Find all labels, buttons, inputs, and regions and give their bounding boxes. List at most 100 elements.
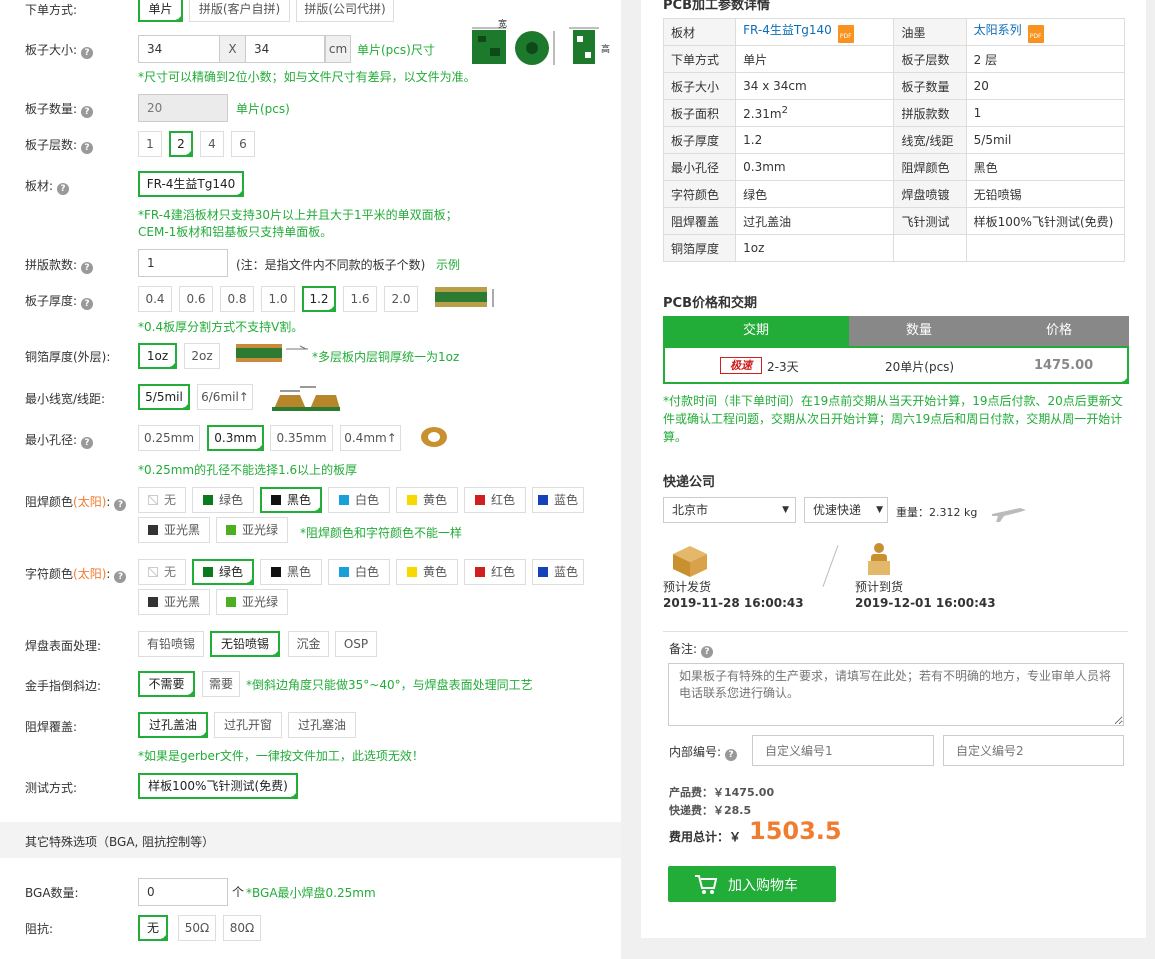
thickness-option-5[interactable]: 1.6 (343, 286, 377, 312)
mask-color-option-7[interactable]: 亚光黑 (138, 517, 210, 543)
help-icon: ? (725, 749, 738, 761)
material-option[interactable]: FR-4生益Tg140 (138, 171, 244, 197)
price-tab-lead[interactable]: 交期 (663, 316, 849, 346)
hole-option-2[interactable]: 0.35mm (270, 425, 333, 451)
thickness-option-6[interactable]: 2.0 (384, 286, 418, 312)
mask-color-option-8[interactable]: 亚光绿 (216, 517, 288, 543)
add-to-cart-button[interactable]: 加入购物车 (668, 866, 836, 902)
price-row-price: 1475.00 (1034, 358, 1094, 373)
detail-key (893, 234, 967, 262)
mask-color-option-6[interactable]: 蓝色 (532, 487, 584, 513)
silk-color-option-2[interactable]: 黑色 (260, 559, 322, 585)
mask-color-option-1[interactable]: 绿色 (192, 487, 254, 513)
city-select[interactable]: 北京市 ▼ (663, 497, 796, 523)
test-method-label: 测试方式: (25, 781, 78, 795)
thickness-option-1[interactable]: 0.6 (179, 286, 213, 312)
detail-row: 板材 FR-4生益Tg140 PDF 油墨 太阳系列 PDF (662, 18, 1126, 46)
test-method-option-0[interactable]: 样板100%飞针测试(免费) (138, 773, 298, 799)
surface-option-0[interactable]: 有铅喷锡 (138, 631, 204, 657)
hole-option-0[interactable]: 0.25mm (138, 425, 200, 451)
pdf-icon[interactable]: PDF (1027, 25, 1044, 43)
panel-count-input[interactable]: 1 (138, 249, 228, 277)
detail-link[interactable]: FR-4生益Tg140 (743, 23, 832, 37)
detail-row: 字符颜色 绿色 焊盘喷镀 无铅喷锡 (662, 180, 1126, 208)
silk-color-option-3[interactable]: 白色 (328, 559, 390, 585)
copper-option-1[interactable]: 2oz (184, 343, 220, 369)
mask-color-option-2[interactable]: 黑色 (260, 487, 322, 513)
board-width-input[interactable]: 34 (138, 35, 220, 63)
pdf-icon[interactable]: PDF (837, 25, 854, 43)
gold-finger-option-1[interactable]: 需要 (202, 671, 240, 697)
mask-cover-option-0[interactable]: 过孔盖油 (138, 712, 208, 738)
gold-finger-option-0[interactable]: 不需要 (138, 671, 195, 697)
order-type-option-2[interactable]: 拼版(公司代拼) (296, 0, 394, 22)
silk-color-option-0[interactable]: 无 (138, 559, 186, 585)
help-icon: ? (81, 47, 94, 59)
copper-option-0[interactable]: 1oz (138, 343, 177, 369)
detail-value: 样板100%飞针测试(免费) (965, 207, 1126, 235)
detail-key: 下单方式 (662, 45, 737, 73)
mask-cover-label: 阻焊覆盖: (25, 720, 78, 734)
internal-no-input-2[interactable] (943, 735, 1124, 766)
layer-option-3[interactable]: 6 (231, 131, 255, 157)
mask-color-option-0[interactable]: 无 (138, 487, 186, 513)
size-diagram-height-text: 高 (601, 43, 610, 55)
panel-example-link[interactable]: 示例 (436, 256, 460, 273)
hole-option-3[interactable]: 0.4mm↑ (340, 425, 401, 451)
mask-cover-option-2[interactable]: 过孔塞油 (288, 712, 356, 738)
surface-option-3[interactable]: OSP (335, 631, 377, 657)
price-row-qty: 20单片(pcs) (885, 360, 955, 374)
hole-option-1[interactable]: 0.3mm (207, 425, 264, 451)
mask-color-option-3[interactable]: 白色 (328, 487, 390, 513)
thickness-option-4[interactable]: 1.2 (302, 286, 336, 312)
surface-option-1[interactable]: 无铅喷锡 (210, 631, 280, 657)
detail-key: 板子厚度 (662, 126, 737, 154)
silk-color-option-8[interactable]: 亚光绿 (216, 589, 288, 615)
impedance-option-0[interactable]: 无 (138, 915, 168, 941)
silk-color-option-5[interactable]: 红色 (464, 559, 526, 585)
shipping-fee: 快递费：￥28.5 (669, 804, 752, 817)
impedance-option-2[interactable]: 80Ω (223, 915, 261, 941)
courier-select[interactable]: 优速快递 ▼ (804, 497, 888, 523)
detail-row: 下单方式 单片 板子层数 2 层 (662, 45, 1126, 73)
layer-option-0[interactable]: 1 (138, 131, 162, 157)
silk-color-option-4[interactable]: 黄色 (396, 559, 458, 585)
bga-count-input[interactable]: 0 (138, 878, 228, 906)
color-swatch-icon (225, 597, 236, 607)
special-options-title: 其它特殊选项（BGA, 阻抗控制等） (25, 835, 215, 849)
silk-color-option-7[interactable]: 亚光黑 (138, 589, 210, 615)
board-qty-label: 板子数量:? (25, 100, 94, 118)
silk-color-option-6[interactable]: 蓝色 (532, 559, 584, 585)
detail-value: 绿色 (735, 180, 895, 208)
surface-option-2[interactable]: 沉金 (288, 631, 329, 657)
detail-link[interactable]: 太阳系列 (974, 23, 1022, 37)
order-type-option-0[interactable]: 单片 (138, 0, 183, 22)
bga-unit: 个 (232, 885, 245, 899)
trace-option-0[interactable]: 5/5mil (138, 384, 190, 410)
mask-cover-option-1[interactable]: 过孔开窗 (214, 712, 282, 738)
package-icon (673, 546, 707, 577)
weight-text: 重量：2.312 kg (896, 506, 978, 519)
price-tab-price[interactable]: 价格 (989, 316, 1129, 346)
remark-textarea[interactable] (668, 663, 1124, 726)
trace-option-1[interactable]: 6/6mil↑ (197, 384, 253, 410)
silk-color-option-1[interactable]: 绿色 (192, 559, 254, 585)
mask-color-option-4[interactable]: 黄色 (396, 487, 458, 513)
color-swatch-icon (147, 567, 158, 577)
mask-color-option-label: 蓝色 (553, 493, 578, 507)
thickness-option-3[interactable]: 1.0 (261, 286, 295, 312)
internal-no-input-1[interactable] (752, 735, 934, 766)
detail-value: 20 (965, 72, 1126, 100)
thickness-option-0[interactable]: 0.4 (138, 286, 172, 312)
thickness-option-2[interactable]: 0.8 (220, 286, 254, 312)
price-tab-qty[interactable]: 数量 (849, 316, 989, 346)
board-qty-input[interactable]: 20 (138, 94, 228, 122)
board-height-input[interactable]: 34 (245, 35, 325, 63)
order-type-option-1[interactable]: 拼版(客户自拼) (189, 0, 290, 22)
layer-option-1[interactable]: 2 (169, 131, 193, 157)
mask-color-option-5[interactable]: 红色 (464, 487, 526, 513)
color-swatch-icon (270, 495, 281, 505)
layer-option-2[interactable]: 4 (200, 131, 224, 157)
impedance-option-1[interactable]: 50Ω (178, 915, 216, 941)
color-swatch-icon (147, 525, 158, 535)
